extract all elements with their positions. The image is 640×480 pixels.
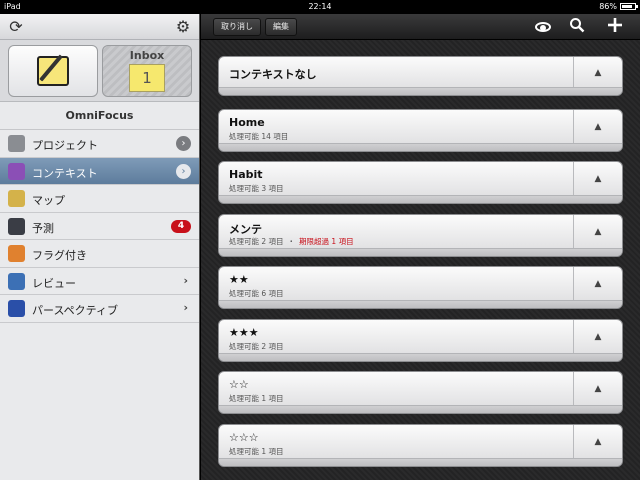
edit-button[interactable]: 編集 — [265, 18, 297, 36]
available-count: 処理可能 3 項目 — [229, 184, 284, 193]
sidebar-item-review[interactable]: レビュー › — [0, 268, 199, 295]
chevron-right-icon: › — [183, 273, 188, 287]
available-count: 処理可能 14 項目 — [229, 131, 289, 141]
context-subtitle: 処理可能 3 項目 — [229, 183, 284, 194]
quick-tiles: Inbox 1 — [0, 40, 199, 102]
map-icon — [8, 190, 25, 207]
context-subtitle: 処理可能 2 項目・期限超過 1 項目 — [229, 236, 354, 247]
context-row[interactable]: Habit 処理可能 3 項目 ▲ — [218, 161, 623, 204]
sidebar-item-label: レビュー — [32, 276, 76, 290]
gear-icon[interactable]: ⚙ — [173, 17, 193, 37]
context-row[interactable]: ★★ 処理可能 6 項目 ▲ — [218, 266, 623, 309]
context-title: ☆☆ — [229, 378, 249, 391]
disclosure-icon[interactable]: › — [176, 163, 191, 179]
forecast-badge: 4 — [171, 219, 191, 233]
inbox-label: Inbox — [129, 49, 165, 62]
context-row[interactable]: ★★★ 処理可能 2 項目 ▲ — [218, 318, 623, 362]
sidebar-item-label: プロジェクト — [32, 139, 98, 152]
clock: 22:14 — [308, 2, 332, 11]
chevron-right-icon: › — [183, 301, 188, 314]
sidebar-item-label: コンテキスト — [32, 166, 98, 180]
main-toolbar: 取り消し 編集 — [201, 14, 640, 40]
sidebar-nav: プロジェクト › コンテキスト › マップ予測 4 フラグ付きレビュー › パースペクティブ › — [0, 130, 199, 323]
undo-button[interactable]: 取り消し — [213, 18, 261, 36]
context-subtitle: 処理可能 14 項目 — [229, 131, 288, 142]
sidebar-item-forecast[interactable]: 予測 4 — [0, 213, 199, 240]
sync-icon[interactable]: ⟳ — [6, 17, 26, 37]
context-title: メンテ — [229, 222, 262, 236]
contexts-icon — [8, 162, 25, 180]
sidebar: ⟳ ⚙ Inbox 1 OmniFocus プロジェクト › コンテキスト › マップ予… — [0, 14, 200, 480]
review-icon — [8, 272, 25, 290]
context-row[interactable]: Home 処理可能 14 項目 ▲ — [218, 108, 623, 152]
sidebar-item-map[interactable]: マップ — [0, 185, 199, 213]
sidebar-item-projects[interactable]: プロジェクト › — [0, 130, 199, 158]
context-title: ★★★ — [229, 325, 259, 339]
available-count: 処理可能 1 項目 — [229, 394, 284, 403]
sidebar-title: OmniFocus — [0, 102, 199, 130]
sidebar-item-contexts[interactable]: コンテキスト › — [0, 157, 199, 185]
forecast-icon — [8, 217, 25, 235]
context-subtitle: 処理可能 6 項目 — [229, 288, 284, 299]
main-content: 取り消し 編集 コンテキストなし ▲ Home 処理可能 14 項目 ▲ Habit 処理可… — [201, 14, 640, 480]
context-row[interactable]: メンテ 処理可能 2 項目・期限超過 1 項目 ▲ — [218, 213, 623, 257]
disclosure-icon[interactable]: › — [176, 136, 191, 151]
context-row[interactable]: ☆☆☆ 処理可能 1 項目 ▲ — [218, 423, 623, 467]
sidebar-item-perspectives[interactable]: パースペクティブ › — [0, 295, 199, 323]
eye-icon[interactable] — [532, 17, 554, 37]
context-row[interactable]: コンテキストなし ▲ — [218, 56, 623, 96]
subtitle-separator: ・ — [287, 236, 296, 246]
context-title: ☆☆☆ — [229, 430, 259, 444]
available-count: 処理可能 1 項目 — [229, 446, 284, 456]
projects-icon — [8, 135, 25, 152]
context-title: Home — [229, 115, 265, 129]
available-count: 処理可能 2 項目 — [229, 236, 284, 246]
inbox-count: 1 — [129, 64, 165, 92]
flag-icon — [8, 245, 25, 262]
new-action-button[interactable] — [8, 45, 98, 97]
sidebar-item-flag[interactable]: フラグ付き — [0, 240, 199, 268]
context-subtitle: 処理可能 1 項目 — [229, 446, 284, 457]
context-subtitle: 処理可能 1 項目 — [229, 393, 284, 404]
overdue-count: 期限超過 1 項目 — [299, 236, 354, 246]
inbox-button[interactable]: Inbox 1 — [102, 45, 192, 97]
sidebar-item-label: フラグ付き — [32, 249, 87, 262]
plus-icon[interactable] — [604, 17, 626, 37]
sidebar-item-label: 予測 — [32, 221, 54, 235]
sidebar-toolbar: ⟳ ⚙ — [0, 14, 199, 40]
sidebar-item-label: パースペクティブ — [32, 304, 119, 317]
context-title: Habit — [229, 168, 263, 181]
available-count: 処理可能 2 項目 — [229, 341, 284, 351]
battery-status: 86% — [599, 2, 638, 11]
context-subtitle: 処理可能 2 項目 — [229, 341, 284, 352]
context-title: ★★ — [229, 273, 249, 286]
context-title: コンテキストなし — [229, 68, 317, 81]
status-bar: iPad 22:14 86% — [0, 0, 640, 14]
perspectives-icon — [8, 300, 25, 317]
available-count: 処理可能 6 項目 — [229, 289, 284, 298]
context-row[interactable]: ☆☆ 処理可能 1 項目 ▲ — [218, 371, 623, 414]
search-icon[interactable] — [566, 17, 588, 37]
battery-icon — [620, 3, 638, 10]
sidebar-item-label: マップ — [32, 194, 65, 207]
battery-percent: 86% — [599, 2, 617, 11]
